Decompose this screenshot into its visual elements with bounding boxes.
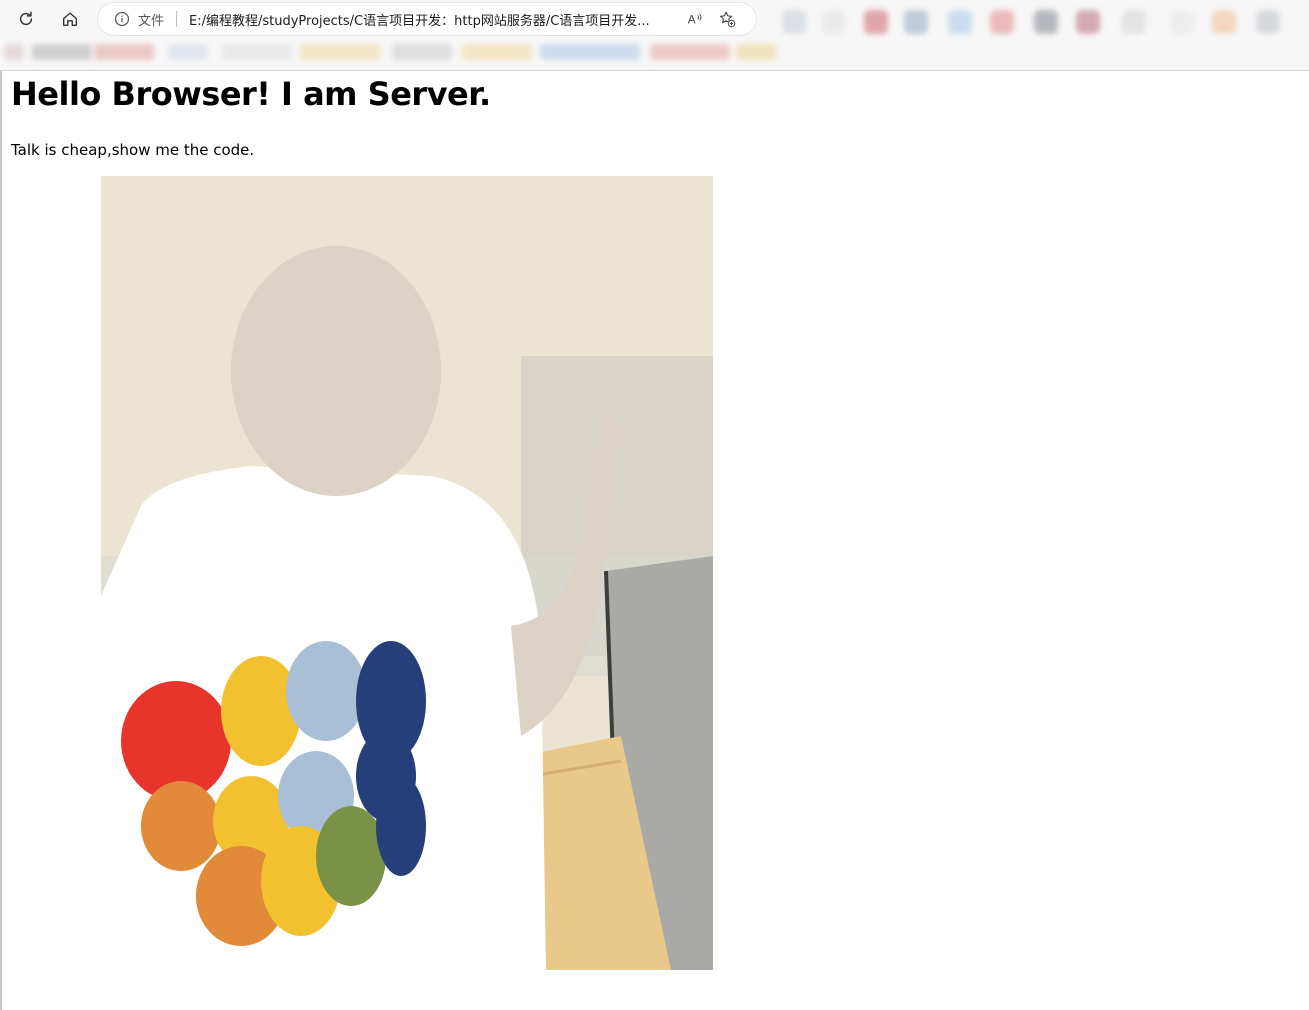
- url-text[interactable]: E:/编程教程/studyProjects/C语言项目开发：http网站服务器/…: [189, 10, 667, 29]
- extension-icon[interactable]: [782, 10, 806, 34]
- page-content: Hello Browser! I am Server. Talk is chea…: [0, 71, 1309, 1010]
- favorite-item[interactable]: [168, 44, 208, 60]
- reload-button[interactable]: [12, 6, 40, 32]
- content-image: [101, 176, 713, 970]
- site-info-icon[interactable]: [114, 11, 130, 27]
- favorite-item[interactable]: [300, 44, 380, 60]
- extension-icon[interactable]: [948, 10, 972, 34]
- read-aloud-icon: A: [688, 14, 702, 27]
- read-aloud-button[interactable]: A: [685, 9, 705, 29]
- favorites-bar: [0, 40, 800, 64]
- favorite-item[interactable]: [736, 44, 776, 60]
- address-bar[interactable]: 文件 E:/编程教程/studyProjects/C语言项目开发：http网站服…: [98, 3, 756, 35]
- extension-icon[interactable]: [1076, 10, 1100, 34]
- extension-toolbar: [772, 4, 1309, 40]
- add-favorite-button[interactable]: [717, 9, 737, 29]
- address-separator: [176, 11, 178, 27]
- home-icon: [63, 12, 77, 26]
- favorite-item[interactable]: [650, 44, 730, 60]
- page-paragraph: Talk is cheap,show me the code.: [11, 141, 255, 159]
- extension-icon[interactable]: [1034, 10, 1058, 34]
- favorite-item[interactable]: [222, 44, 292, 60]
- svg-text:A: A: [688, 14, 696, 27]
- photo-illustration: [101, 176, 713, 970]
- extension-icon[interactable]: [822, 10, 846, 34]
- extension-icon[interactable]: [904, 10, 928, 34]
- page-heading: Hello Browser! I am Server.: [11, 75, 491, 113]
- reload-icon: [19, 11, 33, 26]
- star-add-icon: [719, 11, 736, 28]
- extension-icon[interactable]: [864, 10, 888, 34]
- extension-icon[interactable]: [1122, 10, 1146, 34]
- extension-icon[interactable]: [1170, 10, 1194, 34]
- favorite-item[interactable]: [32, 44, 92, 60]
- favorite-item[interactable]: [540, 44, 640, 60]
- browser-toolbar: 文件 E:/编程教程/studyProjects/C语言项目开发：http网站服…: [0, 0, 1309, 71]
- scheme-label: 文件: [138, 13, 165, 29]
- favorite-item[interactable]: [4, 44, 24, 60]
- favorite-item[interactable]: [462, 44, 532, 60]
- favorite-item[interactable]: [94, 44, 154, 60]
- home-button[interactable]: [56, 6, 84, 32]
- favorite-item[interactable]: [392, 44, 452, 60]
- extension-icon[interactable]: [1256, 10, 1280, 34]
- extension-icon[interactable]: [1212, 10, 1236, 34]
- extension-icon[interactable]: [990, 10, 1014, 34]
